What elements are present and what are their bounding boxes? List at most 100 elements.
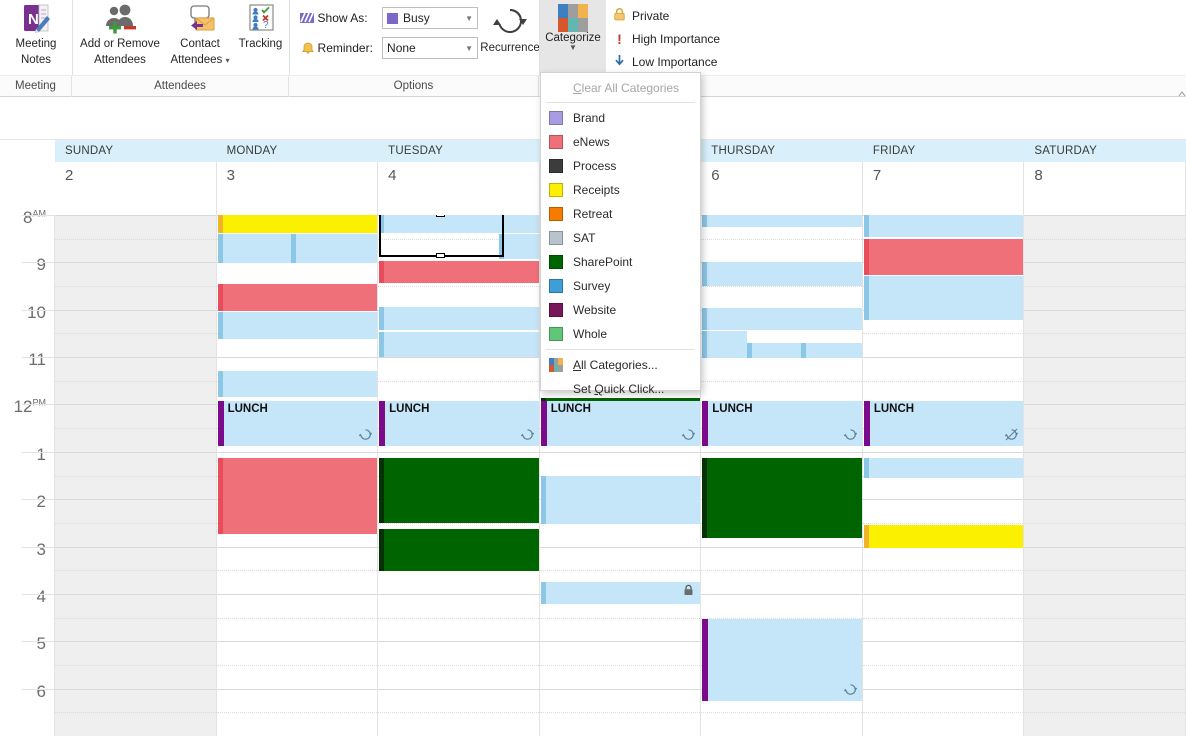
add-or-remove-attendees-label-line2: Attendees [94, 54, 146, 68]
menu-item-category-enews[interactable]: eNews [541, 130, 700, 154]
menu-item-clear-all-categories[interactable]: Clear All Categories [541, 76, 700, 99]
day-column-friday[interactable]: LUNCH [863, 215, 1025, 736]
high-importance-button[interactable]: ! High Importance [613, 27, 727, 50]
categorize-dropdown-menu[interactable]: Clear All Categories Brand eNews ProcessRec… [540, 72, 701, 391]
calendar-event[interactable] [379, 332, 539, 357]
show-as-icon [298, 12, 318, 25]
day-column-tuesday[interactable]: LUNCH [378, 215, 540, 736]
calendar-event[interactable] [499, 234, 539, 259]
day-column-sunday[interactable] [55, 215, 217, 736]
day-header-monday[interactable]: MONDAY [217, 140, 379, 162]
day-header-tuesday[interactable]: TUESDAY [378, 140, 540, 162]
low-importance-button[interactable]: Low Importance [613, 50, 727, 73]
day-number-2[interactable]: 2 [55, 162, 217, 215]
calendar-event[interactable] [702, 262, 862, 286]
day-number-7[interactable]: 7 [863, 162, 1025, 215]
menu-item-category-brand[interactable]: Brand [541, 106, 700, 130]
calendar-event[interactable] [218, 371, 378, 397]
day-number-6[interactable]: 6 [701, 162, 863, 215]
day-column-monday[interactable]: LUNCH [217, 215, 379, 736]
calendar-event[interactable] [864, 525, 1024, 548]
show-as-color-swatch [387, 13, 398, 24]
menu-item-category-website[interactable]: Website [541, 298, 700, 322]
day-column-thursday[interactable]: LUNCH [701, 215, 863, 736]
calendar-event[interactable] [702, 331, 862, 358]
menu-item-category-receipts[interactable]: Receipts [541, 178, 700, 202]
reminder-dropdown[interactable]: None ▼ [382, 37, 478, 59]
calendar-event[interactable] [864, 276, 1024, 320]
menu-item-category-sharepoint[interactable]: SharePoint [541, 250, 700, 274]
recurrence-button[interactable]: Recurrence [480, 2, 540, 70]
selected-appointment[interactable] [379, 215, 503, 257]
calendar-event[interactable] [379, 307, 539, 330]
day-header-saturday[interactable]: SATURDAY [1024, 140, 1186, 162]
group-label-options: Options [289, 76, 539, 97]
calendar-event[interactable] [379, 458, 539, 523]
day-number-8[interactable]: 8 [1024, 162, 1186, 215]
resize-handle-bottom[interactable] [436, 253, 445, 258]
menu-item-category-process[interactable]: Process [541, 154, 700, 178]
calendar-event[interactable] [218, 284, 378, 311]
calendar-event[interactable] [702, 619, 862, 701]
reminder-label: Reminder: [318, 41, 383, 55]
event-category-stripe [379, 401, 385, 446]
event-category-stripe [864, 525, 869, 548]
ribbon-group-privacy: Private ! High Importance Low Importance [607, 0, 727, 75]
calendar-event[interactable] [218, 234, 378, 263]
calendar-event[interactable] [541, 582, 701, 604]
calendar-event[interactable] [541, 476, 701, 524]
day-column-saturday[interactable] [1024, 215, 1186, 736]
ribbon-collapse-handle[interactable] [1178, 84, 1184, 88]
lock-icon [613, 7, 626, 24]
hour-gridline [863, 689, 1024, 690]
hour-gridline [1024, 452, 1185, 453]
menu-item-category-survey[interactable]: Survey [541, 274, 700, 298]
hour-gridline [55, 215, 216, 216]
calendar-event[interactable] [864, 458, 1024, 478]
calendar-event[interactable] [864, 215, 1024, 237]
calendar-event-lunch[interactable]: LUNCH [541, 401, 701, 446]
calendar-event[interactable] [702, 458, 862, 538]
event-category-stripe [702, 619, 708, 701]
contact-attendees-button[interactable]: Contact Attendees ▾ [167, 0, 233, 72]
categorize-button[interactable]: Categorize ▼ [540, 0, 606, 72]
half-hour-gridline [863, 381, 1024, 382]
day-number-4[interactable]: 4 [378, 162, 540, 215]
recurring-event-icon [682, 428, 695, 444]
calendar-event[interactable] [864, 239, 1024, 275]
meeting-notes-button[interactable]: N Meeting Notes [0, 0, 72, 72]
resize-handle-top[interactable] [436, 215, 445, 217]
day-header-friday[interactable]: FRIDAY [863, 140, 1025, 162]
tracking-button[interactable]: ? Tracking [233, 0, 288, 72]
calendar-event-lunch[interactable]: LUNCH [379, 401, 539, 446]
show-as-dropdown[interactable]: Busy ▼ [382, 7, 478, 29]
calendar-event[interactable] [702, 215, 862, 227]
menu-item-category-retreat[interactable]: Retreat [541, 202, 700, 226]
calendar-event[interactable] [379, 261, 539, 283]
private-button[interactable]: Private [613, 4, 727, 27]
ribbon-group-meeting-notes: N Meeting Notes [0, 0, 72, 75]
hour-gridline [217, 594, 378, 595]
category-label: eNews [573, 135, 610, 149]
half-hour-gridline [55, 381, 216, 382]
day-header-thursday[interactable]: THURSDAY [701, 140, 863, 162]
calendar-event-lunch[interactable]: LUNCH [864, 401, 1024, 446]
calendar-event-lunch[interactable]: LUNCH [218, 401, 378, 446]
half-hour-gridline [217, 618, 378, 619]
half-hour-gridline [1024, 665, 1185, 666]
hour-gridline [217, 689, 378, 690]
calendar-event[interactable] [702, 308, 862, 330]
calendar-event[interactable] [218, 458, 378, 534]
calendar-event[interactable] [218, 312, 378, 339]
menu-item-all-categories[interactable]: All Categories... [541, 353, 700, 377]
menu-item-set-quick-click[interactable]: Set Quick Click... [541, 377, 700, 401]
calendar-event-lunch[interactable]: LUNCH [702, 401, 862, 446]
day-header-sunday[interactable]: SUNDAY [55, 140, 217, 162]
menu-item-category-sat[interactable]: SAT [541, 226, 700, 250]
hour-gridline [378, 689, 539, 690]
calendar-event[interactable] [379, 529, 539, 571]
calendar-event[interactable] [218, 215, 378, 233]
menu-item-category-whole[interactable]: Whole [541, 322, 700, 346]
add-or-remove-attendees-button[interactable]: Add or Remove Attendees [73, 0, 167, 72]
day-number-3[interactable]: 3 [217, 162, 379, 215]
